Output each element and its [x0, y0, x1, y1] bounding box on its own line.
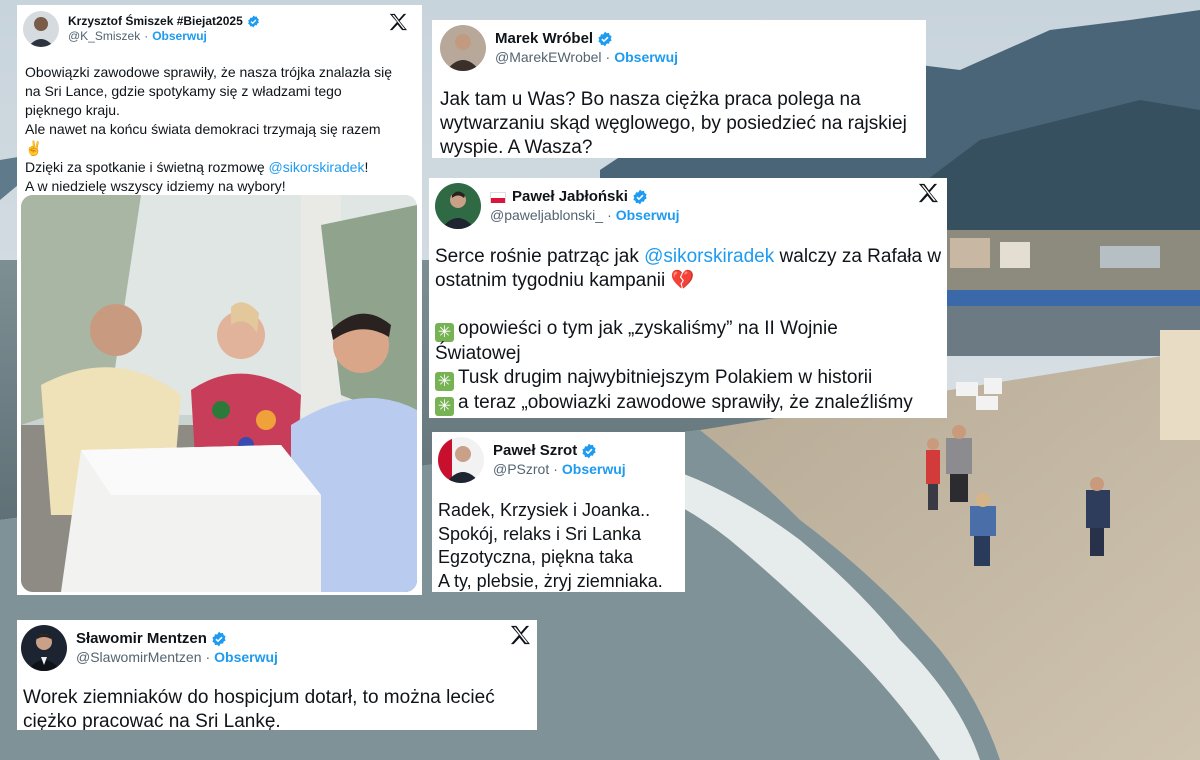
author-info: Paweł Szrot @PSzrot · Obserwuj [493, 442, 626, 478]
tweet-text-segment: a teraz „obowiazki zawodowe sprawiły, że… [458, 392, 913, 413]
author-name[interactable]: Marek Wróbel [495, 30, 593, 49]
tweet-line: Egzotyczna, piękna taka [438, 547, 634, 567]
tweet-text-segment: ! [364, 159, 369, 175]
avatar[interactable] [435, 183, 481, 229]
avatar[interactable] [21, 625, 67, 671]
sparkle-icon: ✳ [435, 397, 454, 416]
sparkle-icon: ✳ [435, 323, 454, 342]
mention-link[interactable]: @sikorskiradek [644, 246, 774, 267]
author-info: Paweł Jabłoński @paweljablonski_ · Obserwu… [490, 188, 680, 224]
separator: · [607, 206, 612, 223]
tweet-card-wrobel: Marek Wróbel @MarekEWrobel · Obserwuj Jak … [432, 20, 926, 158]
author-info: Krzysztof Śmiszek #Biejat2025 @K_Smiszek… [68, 14, 260, 44]
tweet-line: Worek ziemniaków do hospicjum dotarł, to… [23, 687, 495, 708]
x-logo-icon[interactable] [917, 183, 939, 203]
tweet-line: Dzięki za spotkanie i świetną rozmowę @s… [25, 158, 416, 177]
tweet-text-segment: Serce rośnie patrząc jak [435, 246, 645, 267]
follow-button[interactable]: Obserwuj [614, 49, 678, 65]
tweet-text-segment: ostatnim tygodniu kampanii [435, 270, 666, 291]
author-handle[interactable]: @K_Smiszek [68, 29, 140, 43]
follow-button[interactable]: Obserwuj [214, 649, 278, 665]
poland-flag-icon [490, 191, 506, 203]
tweet-line: ✳ opowieści o tym jak „zyskaliśmy” na II … [435, 317, 941, 342]
separator: · [144, 29, 149, 43]
tweet-line: ✳ a teraz „obowiazki zawodowe sprawiły, ż… [435, 391, 941, 416]
tweet-card-smiszek: Krzysztof Śmiszek #Biejat2025 @K_Smiszek… [17, 5, 422, 595]
author-name[interactable]: Sławomir Mentzen [76, 630, 207, 649]
sparkle-icon: ✳ [435, 372, 454, 391]
author-info: Sławomir Mentzen @SlawomirMentzen · Obserw… [76, 630, 278, 666]
tweet-card-jablonski: Paweł Jabłoński @paweljablonski_ · Obserwu… [429, 178, 947, 418]
tweet-line: na Sri Lance, gdzie spotykamy się z wład… [25, 83, 342, 99]
tweet-line: Radek, Krzysiek i Joanka.. [438, 500, 651, 520]
separator: · [605, 48, 611, 65]
verified-badge-icon [581, 443, 597, 459]
author-info: Marek Wróbel @MarekEWrobel · Obserwuj [495, 30, 678, 66]
tweet-header: Krzysztof Śmiszek #Biejat2025 @K_Smiszek… [23, 11, 416, 47]
separator: · [205, 648, 211, 665]
tweet-text: Serce rośnie patrząc jak @sikorskiradek … [435, 245, 941, 416]
tweet-line: Ale nawet na końcu świata demokraci trzy… [25, 121, 381, 137]
tweet-line: ciężko pracować na Sri Lankę. [23, 711, 281, 730]
x-logo-icon[interactable] [388, 13, 408, 31]
tweet-line: pięknego kraju. [25, 102, 120, 118]
avatar[interactable] [438, 437, 484, 483]
tweet-header: Paweł Jabłoński @paweljablonski_ · Obserwu… [435, 183, 941, 229]
tweet-header: Marek Wróbel @MarekEWrobel · Obserwuj [440, 25, 918, 71]
tweet-line: wyspie. A Wasza? [440, 137, 593, 158]
tweet-line: Spokój, relaks i Sri Lanka [438, 523, 642, 544]
tweet-text: Worek ziemniaków do hospicjum dotarł, to… [21, 686, 531, 730]
tweet-text: Obowiązki zawodowe sprawiły, że nasza tr… [23, 63, 416, 196]
tweet-header: Sławomir Mentzen @SlawomirMentzen · Obserw… [21, 625, 531, 671]
tweet-photo[interactable] [21, 195, 417, 592]
broken-heart-icon: 💔 [670, 270, 695, 291]
tweet-line: Jak tam u Was? Bo nasza ciężka praca pol… [440, 89, 861, 110]
author-name[interactable]: Paweł Jabłoński [512, 188, 628, 207]
tweet-line: Obowiązki zawodowe sprawiły, że nasza tr… [25, 64, 393, 80]
tweet-header: Paweł Szrot @PSzrot · Obserwuj [438, 437, 679, 483]
tweet-text-segment: opowieści o tym jak „zyskaliśmy” na II W… [458, 318, 838, 339]
author-name[interactable]: Paweł Szrot [493, 442, 577, 461]
author-handle[interactable]: @paweljablonski_ [490, 207, 603, 223]
author-handle[interactable]: @SlawomirMentzen [76, 649, 201, 665]
author-name[interactable]: Krzysztof Śmiszek #Biejat2025 [68, 14, 243, 29]
tweet-text: Radek, Krzysiek i Joanka.. Spokój, relak… [438, 499, 679, 592]
follow-button[interactable]: Obserwuj [152, 29, 207, 43]
tweet-card-mentzen: Sławomir Mentzen @SlawomirMentzen · Obserw… [17, 620, 537, 730]
tweet-card-szrot: Paweł Szrot @PSzrot · Obserwuj Radek, Krzy… [432, 432, 685, 592]
tweet-line: A ty, plebsie, żryj ziemniaka. [438, 570, 663, 591]
tweet-line: Światowej [435, 343, 521, 364]
author-handle[interactable]: @PSzrot [493, 461, 549, 477]
x-logo-icon[interactable] [509, 625, 531, 645]
verified-badge-icon [247, 15, 260, 28]
follow-button[interactable]: Obserwuj [562, 461, 626, 477]
verified-badge-icon [211, 631, 227, 647]
victory-hand-emoji: ✌️ [25, 140, 43, 156]
follow-button[interactable]: Obserwuj [616, 207, 680, 223]
tweet-line: A w niedzielę wszyscy idziemy na wybory! [25, 178, 286, 194]
tweet-line: Serce rośnie patrząc jak @sikorskiradek … [435, 245, 941, 269]
verified-badge-icon [632, 189, 648, 205]
author-handle[interactable]: @MarekEWrobel [495, 49, 602, 65]
avatar[interactable] [23, 11, 59, 47]
tweet-text-segment: walczy za Rafała w [774, 246, 942, 267]
verified-badge-icon [597, 31, 613, 47]
tweet-text-segment: Dzięki za spotkanie i świetną rozmowę [25, 159, 269, 175]
tweet-text-segment: Tusk drugim najwybitniejszym Polakiem w … [458, 367, 873, 388]
tweet-text: Jak tam u Was? Bo nasza ciężka praca pol… [440, 88, 918, 158]
tweet-line: wytwarzaniu skąd węglowego, by posiedzie… [440, 113, 907, 134]
tweet-line: ostatnim tygodniu kampanii 💔 [435, 269, 941, 293]
tweet-line: ✳ Tusk drugim najwybitniejszym Polakiem w… [435, 366, 941, 391]
avatar[interactable] [440, 25, 486, 71]
separator: · [553, 460, 558, 477]
mention-link[interactable]: @sikorskiradek [269, 159, 365, 175]
